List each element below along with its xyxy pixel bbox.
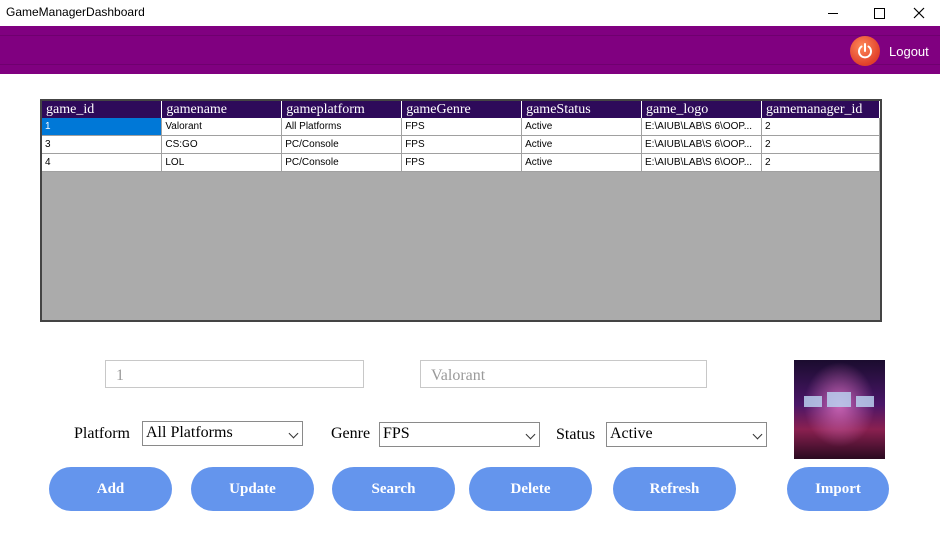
table-cell[interactable]: E:\AIUB\LAB\S 6\OOP... [641,153,762,172]
table-cell[interactable]: CS:GO [161,135,283,154]
column-header[interactable]: game_id [42,101,163,118]
table-header-row: game_id gamename gameplatform gameGenre … [42,101,881,118]
genre-selected-value: FPS [383,425,410,442]
table-cell[interactable]: FPS [401,118,523,136]
column-header[interactable]: gamename [161,101,283,118]
status-label: Status [556,426,596,443]
table-row[interactable]: 4 LOL PC/Console FPS Active E:\AIUB\LAB\… [42,153,881,172]
chevron-down-icon [288,428,299,439]
column-header[interactable]: gameplatform [281,101,403,118]
table-cell[interactable]: E:\AIUB\LAB\S 6\OOP... [641,135,762,154]
update-button[interactable]: Update [191,467,314,511]
header-divider [0,35,940,36]
table-cell[interactable]: PC/Console [281,153,403,172]
table-row[interactable]: 1 Valorant All Platforms FPS Active E:\A… [42,118,881,136]
column-header[interactable]: gameStatus [521,101,642,118]
chevron-down-icon [752,429,763,440]
game-name-input[interactable]: Valorant [420,360,707,388]
import-button[interactable]: Import [787,467,889,511]
platform-selected-value: All Platforms [146,424,233,441]
table-cell[interactable]: 2 [761,118,881,136]
search-button[interactable]: Search [332,467,455,511]
status-selected-value: Active [610,425,653,442]
table-cell[interactable]: FPS [401,153,523,172]
table-cell[interactable]: PC/Console [281,135,403,154]
table-row[interactable]: 3 CS:GO PC/Console FPS Active E:\AIUB\LA… [42,135,881,154]
table-cell[interactable]: All Platforms [281,118,403,136]
table-cell[interactable]: 2 [761,135,881,154]
add-button[interactable]: Add [49,467,172,511]
table-cell[interactable]: Active [521,118,642,136]
header-bar [0,26,940,74]
status-dropdown[interactable]: Active [606,422,767,447]
platform-dropdown[interactable]: All Platforms [142,421,303,446]
table-cell[interactable]: E:\AIUB\LAB\S 6\OOP... [641,118,762,136]
title-bar: GameManagerDashboard [0,0,940,27]
column-header[interactable]: game_logo [641,101,762,118]
column-header[interactable]: gameGenre [401,101,523,118]
genre-label: Genre [331,425,371,442]
table-cell[interactable]: 1 [42,118,163,136]
table-cell[interactable]: 4 [42,153,163,172]
power-icon[interactable] [850,36,880,66]
game-logo-image [794,360,885,459]
table-cell[interactable]: Active [521,153,642,172]
table-cell[interactable]: LOL [161,153,283,172]
table-cell[interactable]: FPS [401,135,523,154]
table-cell[interactable]: 3 [42,135,163,154]
platform-label: Platform [74,425,130,442]
games-table: game_id gamename gameplatform gameGenre … [42,101,881,172]
header-divider [0,64,940,65]
column-header[interactable]: gamemanager_id [761,101,881,118]
table-cell[interactable]: Active [521,135,642,154]
table-cell[interactable]: Valorant [161,118,283,136]
games-data-grid[interactable]: game_id gamename gameplatform gameGenre … [40,99,882,322]
game-id-input[interactable]: 1 [105,360,364,388]
genre-dropdown[interactable]: FPS [379,422,540,447]
chevron-down-icon [525,429,536,440]
delete-button[interactable]: Delete [469,467,592,511]
logout-link[interactable]: Logout [889,44,929,59]
table-cell[interactable]: 2 [761,153,881,172]
close-icon[interactable] [896,0,940,26]
window-title: GameManagerDashboard [6,5,145,19]
refresh-button[interactable]: Refresh [613,467,736,511]
minimize-icon[interactable] [810,0,856,26]
